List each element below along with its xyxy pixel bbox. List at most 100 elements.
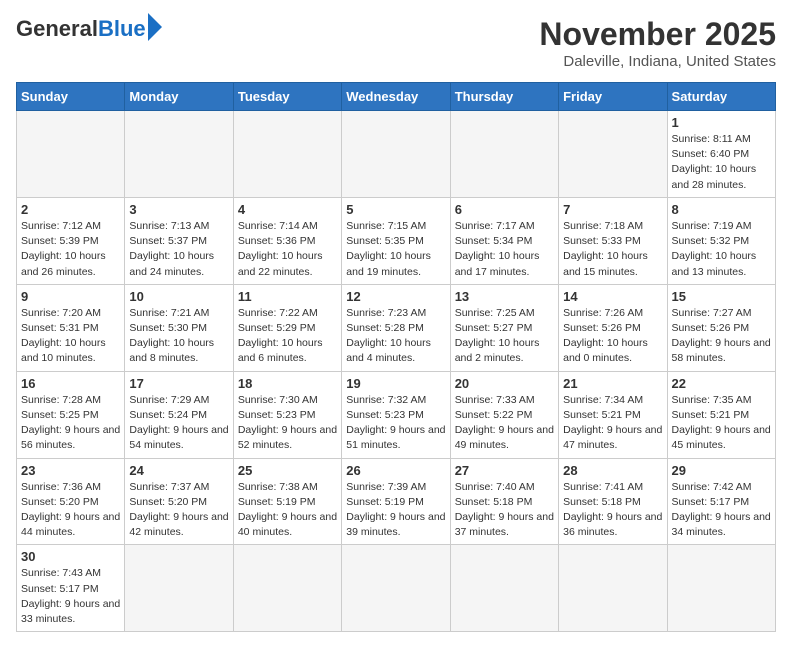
day-info: Sunrise: 7:32 AM Sunset: 5:23 PM Dayligh… (346, 393, 445, 454)
day-info: Sunrise: 7:26 AM Sunset: 5:26 PM Dayligh… (563, 306, 662, 367)
calendar-cell: 14 Sunrise: 7:26 AM Sunset: 5:26 PM Dayli… (559, 284, 667, 371)
day-number: 4 (238, 202, 337, 217)
day-number: 23 (21, 463, 120, 478)
day-info: Sunrise: 7:34 AM Sunset: 5:21 PM Dayligh… (563, 393, 662, 454)
weekday-header-monday: Monday (125, 83, 233, 111)
calendar-cell: 30Sunrise: 7:43 AM Sunset: 5:17 PM Dayli… (17, 545, 125, 632)
calendar-cell (233, 111, 341, 198)
calendar-cell: 16 Sunrise: 7:28 AM Sunset: 5:25 PM Dayli… (17, 371, 125, 458)
day-number: 9 (21, 289, 120, 304)
day-info: Sunrise: 7:15 AM Sunset: 5:35 PM Dayligh… (346, 219, 445, 280)
day-number: 27 (455, 463, 554, 478)
day-info: Sunrise: 7:14 AM Sunset: 5:36 PM Dayligh… (238, 219, 337, 280)
calendar-cell: 2Sunrise: 7:12 AM Sunset: 5:39 PM Daylig… (17, 197, 125, 284)
day-info: Sunrise: 7:35 AM Sunset: 5:21 PM Dayligh… (672, 393, 771, 454)
day-info: Sunrise: 7:38 AM Sunset: 5:19 PM Dayligh… (238, 480, 337, 541)
day-number: 15 (672, 289, 771, 304)
day-number: 22 (672, 376, 771, 391)
calendar-cell: 21 Sunrise: 7:34 AM Sunset: 5:21 PM Dayli… (559, 371, 667, 458)
day-info: Sunrise: 7:19 AM Sunset: 5:32 PM Dayligh… (672, 219, 771, 280)
day-info: Sunrise: 7:41 AM Sunset: 5:18 PM Dayligh… (563, 480, 662, 541)
calendar-cell: 17 Sunrise: 7:29 AM Sunset: 5:24 PM Dayli… (125, 371, 233, 458)
calendar-cell: 1Sunrise: 8:11 AM Sunset: 6:40 PM Daylig… (667, 111, 775, 198)
day-info: Sunrise: 7:21 AM Sunset: 5:30 PM Dayligh… (129, 306, 228, 367)
calendar-cell: 22 Sunrise: 7:35 AM Sunset: 5:21 PM Dayli… (667, 371, 775, 458)
calendar-cell: 6Sunrise: 7:17 AM Sunset: 5:34 PM Daylig… (450, 197, 558, 284)
calendar-row-4: 16 Sunrise: 7:28 AM Sunset: 5:25 PM Dayli… (17, 371, 776, 458)
day-info: Sunrise: 7:30 AM Sunset: 5:23 PM Dayligh… (238, 393, 337, 454)
day-number: 20 (455, 376, 554, 391)
day-number: 19 (346, 376, 445, 391)
calendar-cell: 7Sunrise: 7:18 AM Sunset: 5:33 PM Daylig… (559, 197, 667, 284)
calendar-cell: 15 Sunrise: 7:27 AM Sunset: 5:26 PM Dayli… (667, 284, 775, 371)
day-number: 16 (21, 376, 120, 391)
calendar-row-6: 30Sunrise: 7:43 AM Sunset: 5:17 PM Dayli… (17, 545, 776, 632)
weekday-header-row: SundayMondayTuesdayWednesdayThursdayFrid… (17, 83, 776, 111)
calendar-cell: 18 Sunrise: 7:30 AM Sunset: 5:23 PM Dayli… (233, 371, 341, 458)
calendar-cell: 23 Sunrise: 7:36 AM Sunset: 5:20 PM Dayli… (17, 458, 125, 545)
calendar-row-1: 1Sunrise: 8:11 AM Sunset: 6:40 PM Daylig… (17, 111, 776, 198)
day-info: Sunrise: 7:13 AM Sunset: 5:37 PM Dayligh… (129, 219, 228, 280)
day-number: 12 (346, 289, 445, 304)
calendar-cell: 13Sunrise: 7:25 AM Sunset: 5:27 PM Dayli… (450, 284, 558, 371)
calendar-cell (450, 111, 558, 198)
calendar-cell (667, 545, 775, 632)
location: Daleville, Indiana, United States (539, 53, 776, 70)
day-number: 14 (563, 289, 662, 304)
day-info: Sunrise: 7:27 AM Sunset: 5:26 PM Dayligh… (672, 306, 771, 367)
day-info: Sunrise: 7:29 AM Sunset: 5:24 PM Dayligh… (129, 393, 228, 454)
calendar: SundayMondayTuesdayWednesdayThursdayFrid… (16, 82, 776, 632)
calendar-cell (559, 111, 667, 198)
weekday-header-saturday: Saturday (667, 83, 775, 111)
day-number: 30 (21, 549, 120, 564)
calendar-row-5: 23 Sunrise: 7:36 AM Sunset: 5:20 PM Dayli… (17, 458, 776, 545)
day-number: 18 (238, 376, 337, 391)
calendar-cell (342, 111, 450, 198)
calendar-cell: 10 Sunrise: 7:21 AM Sunset: 5:30 PM Dayli… (125, 284, 233, 371)
weekday-header-wednesday: Wednesday (342, 83, 450, 111)
day-number: 11 (238, 289, 337, 304)
day-info: Sunrise: 7:17 AM Sunset: 5:34 PM Dayligh… (455, 219, 554, 280)
calendar-cell: 11Sunrise: 7:22 AM Sunset: 5:29 PM Dayli… (233, 284, 341, 371)
day-number: 21 (563, 376, 662, 391)
calendar-cell: 19 Sunrise: 7:32 AM Sunset: 5:23 PM Dayli… (342, 371, 450, 458)
day-number: 26 (346, 463, 445, 478)
calendar-cell: 3 Sunrise: 7:13 AM Sunset: 5:37 PM Daylig… (125, 197, 233, 284)
day-number: 13 (455, 289, 554, 304)
logo: General Blue (16, 16, 162, 42)
day-number: 17 (129, 376, 228, 391)
calendar-cell: 12 Sunrise: 7:23 AM Sunset: 5:28 PM Dayli… (342, 284, 450, 371)
calendar-cell: 20 Sunrise: 7:33 AM Sunset: 5:22 PM Dayli… (450, 371, 558, 458)
day-number: 5 (346, 202, 445, 217)
day-number: 29 (672, 463, 771, 478)
day-info: Sunrise: 7:18 AM Sunset: 5:33 PM Dayligh… (563, 219, 662, 280)
day-info: Sunrise: 7:20 AM Sunset: 5:31 PM Dayligh… (21, 306, 120, 367)
day-info: Sunrise: 7:36 AM Sunset: 5:20 PM Dayligh… (21, 480, 120, 541)
calendar-row-3: 9 Sunrise: 7:20 AM Sunset: 5:31 PM Daylig… (17, 284, 776, 371)
day-info: Sunrise: 7:23 AM Sunset: 5:28 PM Dayligh… (346, 306, 445, 367)
calendar-cell (450, 545, 558, 632)
day-number: 8 (672, 202, 771, 217)
logo-blue-text: Blue (98, 16, 146, 42)
calendar-cell: 27 Sunrise: 7:40 AM Sunset: 5:18 PM Dayli… (450, 458, 558, 545)
month-title: November 2025 (539, 16, 776, 53)
day-info: Sunrise: 7:33 AM Sunset: 5:22 PM Dayligh… (455, 393, 554, 454)
calendar-cell (125, 545, 233, 632)
calendar-cell: 8 Sunrise: 7:19 AM Sunset: 5:32 PM Daylig… (667, 197, 775, 284)
day-number: 3 (129, 202, 228, 217)
calendar-cell: 4 Sunrise: 7:14 AM Sunset: 5:36 PM Daylig… (233, 197, 341, 284)
day-info: Sunrise: 7:40 AM Sunset: 5:18 PM Dayligh… (455, 480, 554, 541)
day-number: 25 (238, 463, 337, 478)
day-number: 2 (21, 202, 120, 217)
calendar-cell: 9 Sunrise: 7:20 AM Sunset: 5:31 PM Daylig… (17, 284, 125, 371)
logo-general-text: General (16, 16, 98, 42)
calendar-cell: 28Sunrise: 7:41 AM Sunset: 5:18 PM Dayli… (559, 458, 667, 545)
day-number: 10 (129, 289, 228, 304)
day-info: Sunrise: 7:28 AM Sunset: 5:25 PM Dayligh… (21, 393, 120, 454)
calendar-row-2: 2Sunrise: 7:12 AM Sunset: 5:39 PM Daylig… (17, 197, 776, 284)
header: General Blue November 2025 Daleville, In… (16, 16, 776, 70)
day-info: Sunrise: 7:39 AM Sunset: 5:19 PM Dayligh… (346, 480, 445, 541)
weekday-header-tuesday: Tuesday (233, 83, 341, 111)
weekday-header-sunday: Sunday (17, 83, 125, 111)
title-area: November 2025 Daleville, Indiana, United… (539, 16, 776, 70)
